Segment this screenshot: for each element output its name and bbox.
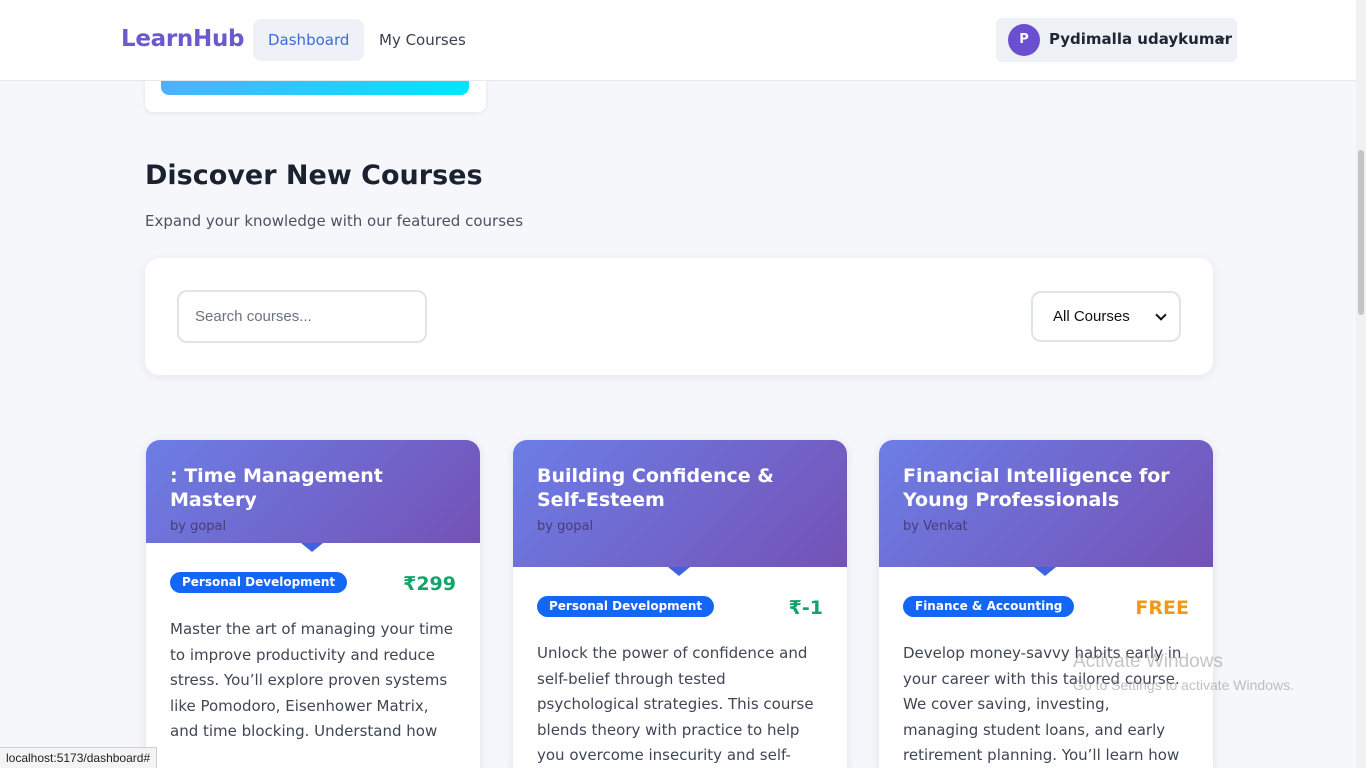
category-badge: Finance & Accounting [903, 596, 1075, 617]
page-scrollbar[interactable] [1356, 0, 1366, 768]
top-navbar: LearnHub Dashboard My Courses P Pydimall… [0, 0, 1356, 81]
status-bar-url: localhost:5173/dashboard# [0, 747, 158, 768]
user-name: Pydimalla udaykumar [1049, 30, 1232, 48]
course-card-header: Building Confidence & Self-Esteem by gop… [513, 440, 847, 576]
course-title[interactable]: Building Confidence & Self-Esteem [537, 464, 823, 512]
category-badge: Personal Development [537, 596, 715, 617]
course-card-body: Personal Development ₹-1 Unlock the powe… [513, 567, 847, 768]
activate-windows-title: Activate Windows [1073, 651, 1223, 672]
course-card-body: Personal Development ₹299 Master the art… [146, 543, 480, 745]
course-description: Master the art of managing your time to … [170, 620, 453, 740]
chevron-down-icon [1155, 309, 1167, 321]
category-select-value: All Courses [1053, 308, 1130, 325]
course-card[interactable]: Building Confidence & Self-Esteem by gop… [513, 440, 847, 768]
search-input[interactable] [177, 290, 427, 343]
course-card-header: : Time Management Mastery by gopal [146, 440, 480, 552]
course-card-header: Financial Intelligence for Young Profess… [879, 440, 1213, 576]
category-select[interactable]: All Courses [1031, 291, 1181, 342]
course-description: Unlock the power of confidence and self-… [537, 644, 814, 764]
course-price: FREE [1135, 597, 1189, 619]
avatar: P [1008, 24, 1040, 56]
filter-panel: All Courses [145, 258, 1213, 375]
course-price: ₹299 [403, 573, 456, 595]
user-menu-button[interactable]: P Pydimalla udaykumar [996, 18, 1237, 62]
course-author: by gopal [537, 519, 594, 534]
course-author: by gopal [170, 519, 227, 534]
nav-link-my-courses[interactable]: My Courses [364, 19, 481, 61]
nav-link-dashboard[interactable]: Dashboard [253, 19, 365, 61]
course-author: by Venkat [903, 519, 968, 534]
course-title[interactable]: Financial Intelligence for Young Profess… [903, 464, 1189, 512]
scrollbar-thumb[interactable] [1358, 150, 1364, 315]
course-price: ₹-1 [788, 597, 823, 619]
course-title[interactable]: : Time Management Mastery [170, 464, 456, 512]
logo[interactable]: LearnHub [121, 26, 244, 52]
section-subtitle: Expand your knowledge with our featured … [145, 212, 524, 230]
category-badge: Personal Development [170, 572, 348, 593]
course-card[interactable]: Financial Intelligence for Young Profess… [879, 440, 1213, 768]
section-title: Discover New Courses [145, 160, 483, 191]
activate-windows-subtitle: Go to Settings to activate Windows. [1073, 677, 1294, 693]
caret-down-icon [1217, 38, 1225, 43]
course-card[interactable]: : Time Management Mastery by gopal Perso… [146, 440, 480, 768]
